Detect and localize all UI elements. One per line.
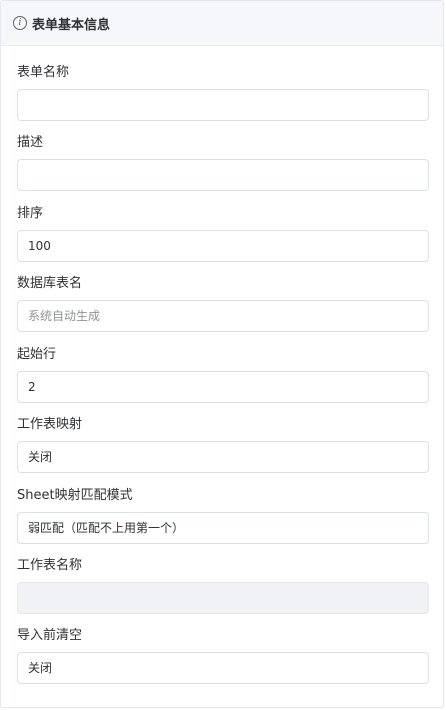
sheet-mapping-label: 工作表映射 bbox=[17, 417, 83, 432]
clear-before-import-label: 导入前清空 bbox=[17, 628, 83, 643]
start-row-label: 起始行 bbox=[17, 347, 57, 362]
form-name-input[interactable] bbox=[17, 89, 429, 121]
form-name-label: 表单名称 bbox=[17, 65, 70, 80]
sheet-match-mode-label: Sheet映射匹配模式 bbox=[17, 488, 133, 503]
start-row-field: 起始行 2 bbox=[17, 346, 429, 403]
description-label: 描述 bbox=[17, 135, 44, 150]
start-row-input[interactable]: 2 bbox=[17, 371, 429, 403]
sheet-match-mode-field: Sheet映射匹配模式 弱匹配（匹配不上用第一个） bbox=[17, 487, 429, 544]
clear-before-import-field: 导入前清空 关闭 bbox=[17, 627, 429, 684]
form-basic-info-panel: i 表单基本信息 表单名称 描述 排序 100 数据库表名 系统自动生成 起始行… bbox=[0, 0, 444, 708]
sheet-name-input bbox=[17, 582, 429, 614]
sheet-name-label: 工作表名称 bbox=[17, 558, 83, 573]
clear-before-import-select[interactable]: 关闭 bbox=[17, 652, 429, 684]
sort-order-input[interactable]: 100 bbox=[17, 230, 429, 262]
sheet-mapping-select[interactable]: 关闭 bbox=[17, 441, 429, 473]
description-input[interactable] bbox=[17, 159, 429, 191]
db-table-name-label: 数据库表名 bbox=[17, 276, 83, 291]
sheet-match-mode-select[interactable]: 弱匹配（匹配不上用第一个） bbox=[17, 512, 429, 544]
sheet-mapping-field: 工作表映射 关闭 bbox=[17, 416, 429, 473]
sort-order-label: 排序 bbox=[17, 206, 44, 221]
db-table-name-input[interactable]: 系统自动生成 bbox=[17, 300, 429, 332]
description-field: 描述 bbox=[17, 134, 429, 191]
panel-title: 表单基本信息 bbox=[32, 17, 111, 33]
sort-order-field: 排序 100 bbox=[17, 205, 429, 262]
form-name-field: 表单名称 bbox=[17, 64, 429, 121]
sheet-name-field: 工作表名称 bbox=[17, 557, 429, 614]
panel-header: i 表单基本信息 bbox=[1, 1, 443, 46]
info-icon: i bbox=[13, 16, 27, 30]
db-table-name-field: 数据库表名 系统自动生成 bbox=[17, 275, 429, 332]
